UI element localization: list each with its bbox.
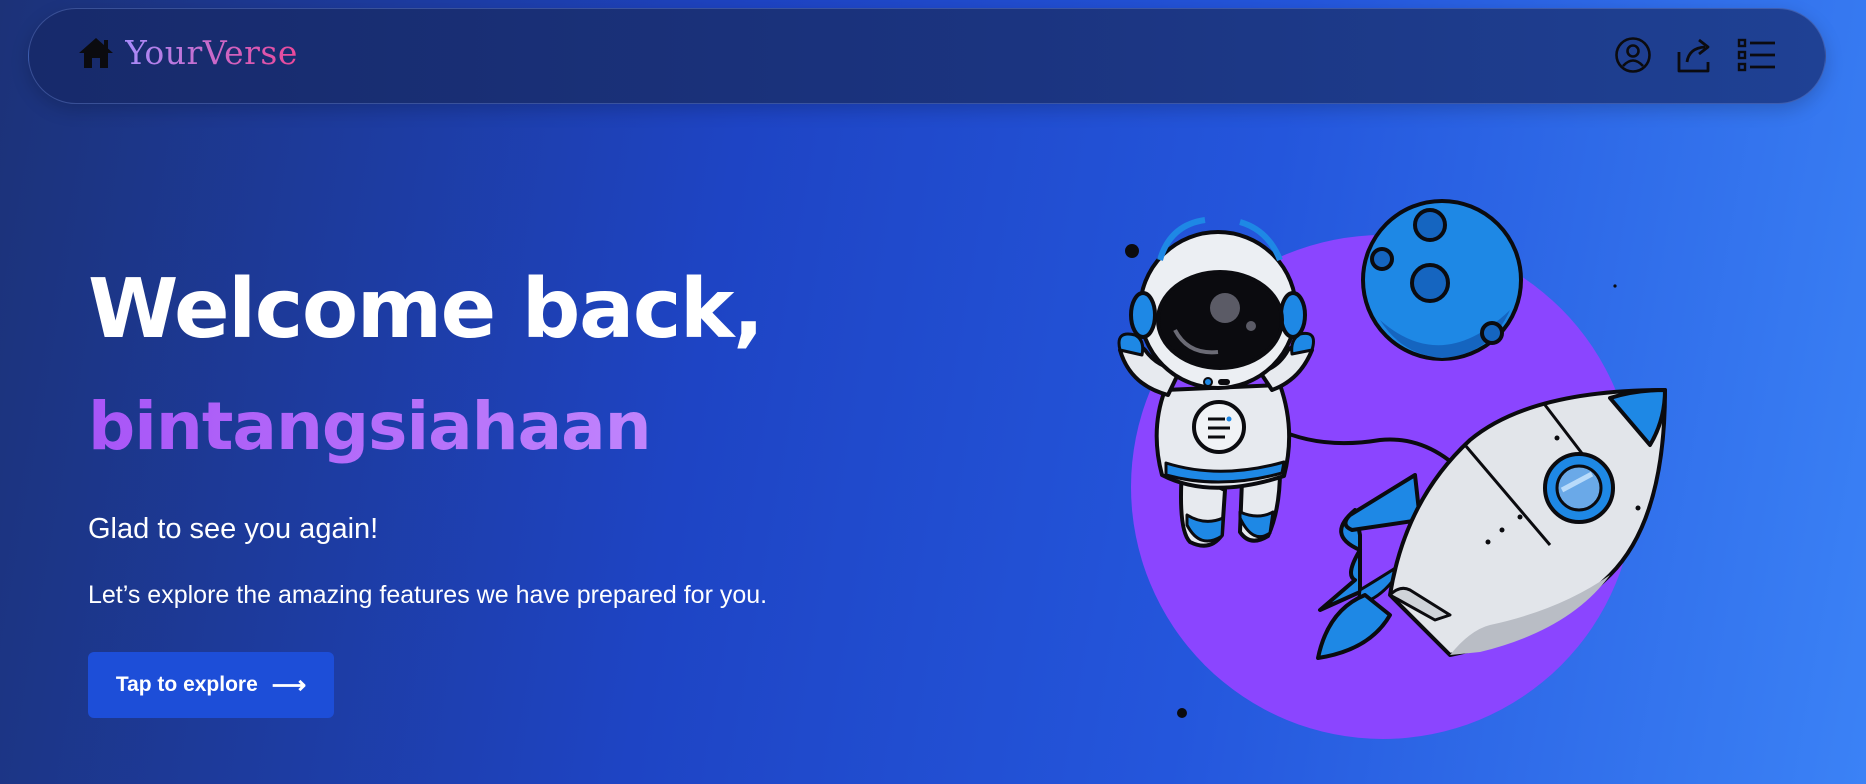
- moon: [1361, 199, 1523, 361]
- arrow-right-icon: ⟶: [271, 671, 307, 699]
- star-dot: [1125, 244, 1139, 258]
- greeting-text: Glad to see you again!: [88, 513, 379, 545]
- list-icon: [1737, 38, 1777, 76]
- menu-button[interactable]: [1737, 37, 1777, 77]
- astronaut-rocket-moon-illustration: [1090, 190, 1690, 750]
- welcome-heading: Welcome back,: [88, 262, 764, 357]
- user-circle-icon: [1614, 36, 1652, 78]
- top-navbar: YourVerse: [28, 8, 1826, 104]
- star-dot: [1613, 284, 1617, 288]
- brand-name: YourVerse: [125, 33, 298, 72]
- home-link[interactable]: YourVerse: [77, 33, 298, 72]
- share-icon: [1675, 36, 1715, 78]
- tap-to-explore-button[interactable]: Tap to explore ⟶: [88, 652, 334, 718]
- profile-button[interactable]: [1613, 37, 1653, 77]
- subtext: Let’s explore the amazing features we ha…: [88, 581, 768, 609]
- star-dot: [1177, 708, 1187, 718]
- home-icon: [77, 36, 115, 70]
- navbar-actions: [1613, 37, 1777, 77]
- share-button[interactable]: [1675, 37, 1715, 77]
- username-heading: bintangsiahaan: [88, 388, 652, 465]
- cta-label: Tap to explore: [115, 673, 258, 696]
